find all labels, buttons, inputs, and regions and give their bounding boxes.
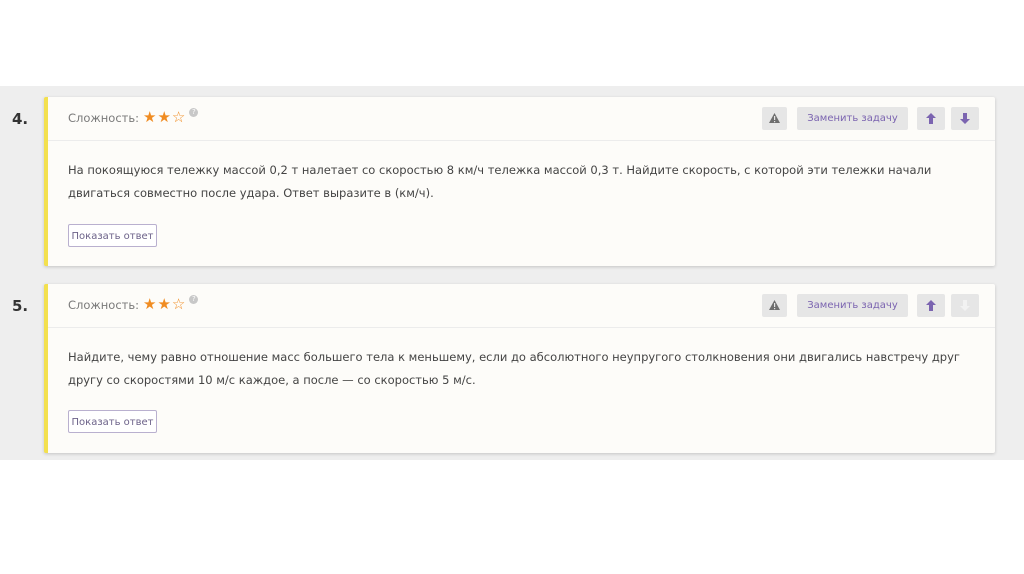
arrow-down-icon (960, 300, 970, 311)
replace-task-button[interactable]: Заменить задачу (797, 294, 908, 317)
difficulty: Сложность: ★ ★ ☆ ? (68, 295, 199, 312)
arrow-up-icon (926, 113, 936, 124)
star-filled-icon: ★ (157, 295, 171, 313)
difficulty-stars: ★ ★ ☆ (143, 297, 186, 312)
question-icon[interactable]: ? (189, 108, 199, 117)
task-card: Сложность: ★ ★ ☆ ? Заменить задачу (44, 284, 995, 453)
task-card-header: Сложность: ★ ★ ☆ ? Заменить задачу (48, 97, 995, 141)
warning-icon (769, 113, 780, 123)
warning-icon (769, 300, 780, 310)
task-text: Найдите, чему равно отношение масс больш… (68, 350, 960, 387)
question-icon[interactable]: ? (189, 295, 199, 304)
task-number: 5. (12, 297, 29, 315)
task-text: На покоящуюся тележку массой 0,2 т налет… (68, 163, 932, 200)
move-down-button[interactable] (951, 107, 979, 130)
star-filled-icon: ★ (157, 108, 171, 126)
star-empty-icon: ☆ (171, 295, 186, 313)
star-filled-icon: ★ (143, 108, 157, 126)
arrow-up-icon (926, 300, 936, 311)
difficulty-stars: ★ ★ ☆ (143, 110, 186, 125)
difficulty-label: Сложность: (68, 110, 140, 125)
show-answer-button[interactable]: Показать ответ (68, 224, 157, 247)
move-down-button-disabled (951, 294, 979, 317)
task-number: 4. (12, 110, 29, 128)
show-answer-button[interactable]: Показать ответ (68, 410, 157, 433)
star-empty-icon: ☆ (171, 108, 186, 126)
move-up-button[interactable] (917, 107, 945, 130)
task-card: Сложность: ★ ★ ☆ ? Заменить задачу (44, 97, 995, 266)
move-up-button[interactable] (917, 294, 945, 317)
task-card-header: Сложность: ★ ★ ☆ ? Заменить задачу (48, 284, 995, 328)
replace-task-button[interactable]: Заменить задачу (797, 107, 908, 130)
star-filled-icon: ★ (143, 295, 157, 313)
report-button[interactable] (762, 294, 787, 317)
arrow-down-icon (960, 113, 970, 124)
difficulty: Сложность: ★ ★ ☆ ? (68, 108, 199, 125)
report-button[interactable] (762, 107, 787, 130)
difficulty-label: Сложность: (68, 297, 140, 312)
